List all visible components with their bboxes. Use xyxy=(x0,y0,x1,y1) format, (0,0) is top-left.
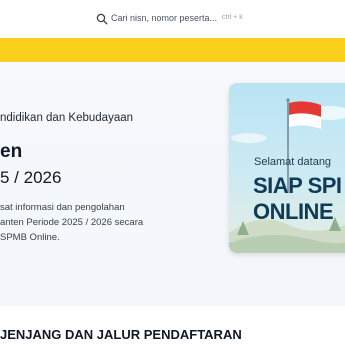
hero-subtitle: ndidikan dan Kebudayaan xyxy=(0,112,134,124)
hero-title: en xyxy=(0,141,23,162)
accent-bar xyxy=(0,38,345,62)
hero-period: 5 / 2026 xyxy=(0,168,62,187)
welcome-banner: Selamat datang SIAP SPI ONLINE xyxy=(229,83,345,253)
banner-greeting: Selamat datang xyxy=(254,156,332,168)
banner-illustration xyxy=(229,98,345,253)
section-title: JENJANG DAN JALUR PENDAFTARAN xyxy=(0,327,242,342)
top-navbar: Cari nisn, nomor peserta... ctrl + k xyxy=(0,0,345,38)
hero-description-line: SPMB Online. xyxy=(0,232,60,243)
hero-description: sat informasi dan pengolahan anten Perio… xyxy=(0,200,220,245)
banner-heading-online: ONLINE xyxy=(253,199,334,224)
hero-description-line: sat informasi dan pengolahan xyxy=(0,202,125,213)
search-bar[interactable]: Cari nisn, nomor peserta... ctrl + k xyxy=(84,6,269,32)
search-shortcut-hint: ctrl + k xyxy=(222,14,243,21)
banner-heading: SIAP SPI xyxy=(253,173,342,198)
search-placeholder[interactable]: Cari nisn, nomor peserta... xyxy=(111,13,217,23)
hero-description-line: anten Periode 2025 / 2026 secara xyxy=(0,217,144,228)
search-icon xyxy=(96,13,108,25)
